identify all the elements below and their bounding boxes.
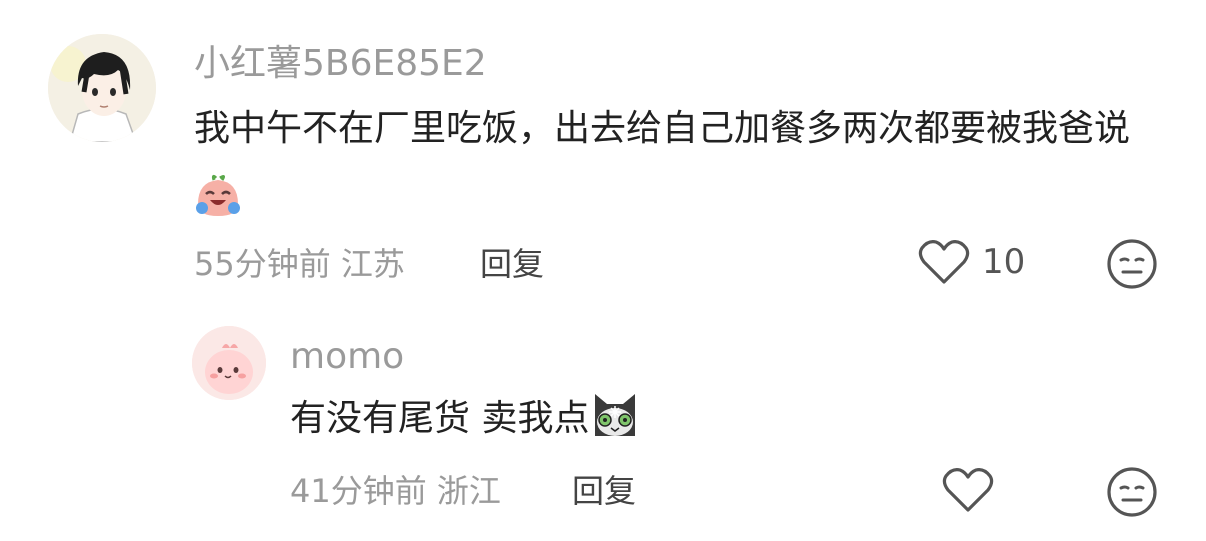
anime-boy-avatar-image: [48, 34, 156, 142]
comment-text-body: 我中午不在厂里吃饭，出去给自己加餐多两次都要被我爸说: [194, 108, 1131, 149]
comment-username[interactable]: 小红薯5B6E85E2: [194, 42, 487, 86]
comment-text-body: 有没有尾货 卖我点: [290, 398, 590, 439]
comment-meta: 41分钟前 浙江: [290, 469, 501, 513]
like-button[interactable]: 10: [918, 238, 1025, 286]
dislike-button[interactable]: [1106, 466, 1158, 518]
comment-location: 江苏: [340, 245, 405, 283]
comment-text: 有没有尾货 卖我点: [290, 384, 1170, 454]
comment-username[interactable]: momo: [290, 335, 404, 379]
comment-time: 55分钟前: [194, 245, 331, 283]
like-button[interactable]: [942, 466, 1006, 514]
heart-icon: [942, 466, 994, 514]
comment-location: 浙江: [436, 472, 501, 510]
comment-time: 41分钟前: [290, 472, 427, 510]
avatar[interactable]: [48, 34, 156, 142]
comment-meta: 55分钟前 江苏: [194, 242, 405, 286]
heart-icon: [918, 238, 970, 286]
dislike-button[interactable]: [1106, 238, 1158, 290]
meh-face-icon: [1106, 466, 1158, 518]
avatar[interactable]: [192, 326, 266, 400]
crying-laughing-emoji-icon: [194, 174, 242, 218]
like-count: 10: [982, 242, 1026, 282]
comment-text: 我中午不在厂里吃饭，出去给自己加餐多两次都要被我爸说: [194, 94, 1174, 234]
reply-button[interactable]: 回复: [572, 469, 636, 513]
cat-emoji-icon: [589, 388, 641, 438]
meh-face-icon: [1106, 238, 1158, 290]
pink-creature-avatar-image: [192, 326, 266, 400]
reply-button[interactable]: 回复: [480, 242, 544, 286]
